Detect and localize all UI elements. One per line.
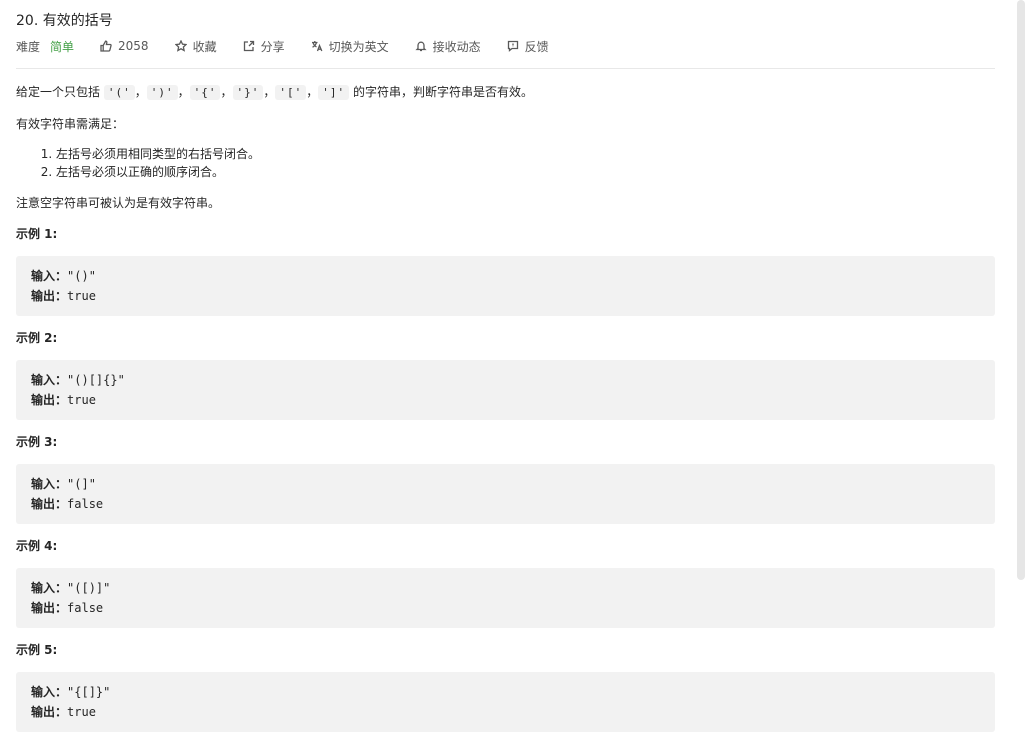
problem-meta-bar: 难度 简单 2058 收藏 分享 切换为英文 接收动态 反馈	[16, 37, 995, 55]
input-value: "{[]}"	[67, 685, 111, 699]
example-title: 示例 5:	[16, 643, 58, 657]
feedback-icon	[507, 40, 518, 52]
bell-icon	[415, 41, 427, 52]
conditions-intro: 有效字符串需满足：	[16, 117, 125, 131]
switch-language-label: 切换为英文	[328, 39, 389, 54]
thumbs-up-icon	[100, 40, 112, 52]
like-count: 2058	[118, 39, 149, 53]
empty-string-note: 注意空字符串可被认为是有效字符串。	[16, 196, 221, 210]
input-value: "()[]{}"	[67, 373, 125, 387]
char-code: ')'	[146, 85, 178, 100]
output-value: false	[67, 601, 104, 615]
input-label: 输入：	[31, 685, 68, 699]
example-title: 示例 3:	[16, 435, 58, 449]
problem-description: 给定一个只包括 '('， ')'， '{'， '}'， '['， ']' 的字符串，判断字…	[16, 83, 995, 732]
input-value: "(]"	[67, 477, 96, 491]
difficulty-label: 难度	[16, 39, 41, 54]
output-value: true	[67, 289, 96, 303]
char-code: ']'	[318, 85, 350, 100]
share-icon	[243, 40, 254, 52]
char-code: '{'	[189, 85, 221, 100]
feedback-label: 反馈	[524, 39, 549, 54]
star-icon	[174, 40, 187, 52]
input-value: "()"	[67, 269, 96, 283]
subscribe-label: 接收动态	[432, 39, 481, 54]
description-intro: 给定一个只包括 '('， ')'， '{'， '}'， '['， ']' 的字符串，判断字…	[16, 83, 995, 102]
output-label: 输出：	[31, 497, 68, 511]
problem-page: 20. 有效的括号 难度 简单 2058 收藏 分享 切换为英文 接收动态 反馈…	[0, 0, 1027, 748]
example-title: 示例 1:	[16, 227, 58, 241]
vertical-scrollbar[interactable]	[1017, 0, 1025, 580]
char-code: '}'	[232, 85, 264, 100]
intro-prefix: 给定一个只包括	[16, 85, 104, 99]
example-block: 输入："()" 输出：true	[16, 256, 995, 316]
condition-item: 左括号必须用相同类型的右括号闭合。	[56, 145, 995, 163]
separator: ，	[220, 85, 233, 99]
share-button[interactable]: 分享	[243, 38, 285, 55]
divider	[16, 68, 995, 69]
favorite-button[interactable]: 收藏	[174, 38, 217, 55]
output-label: 输出：	[31, 393, 68, 407]
output-value: false	[67, 497, 104, 511]
example-title: 示例 2:	[16, 331, 58, 345]
separator: ，	[177, 85, 190, 99]
output-value: true	[67, 705, 96, 719]
switch-language-button[interactable]: 切换为英文	[311, 38, 389, 55]
problem-content: 20. 有效的括号 难度 简单 2058 收藏 分享 切换为英文 接收动态 反馈…	[16, 0, 995, 732]
feedback-button[interactable]: 反馈	[507, 38, 549, 55]
example-title: 示例 4:	[16, 539, 58, 553]
input-label: 输入：	[31, 581, 68, 595]
example-block: 输入："([)]" 输出：false	[16, 568, 995, 628]
translate-icon	[311, 41, 323, 52]
subscribe-button[interactable]: 接收动态	[415, 38, 481, 55]
input-value: "([)]"	[67, 581, 111, 595]
output-label: 输出：	[31, 705, 68, 719]
input-label: 输入：	[31, 477, 68, 491]
char-code: '['	[275, 85, 307, 100]
problem-title: 20. 有效的括号	[16, 13, 113, 29]
difficulty-value: 简单	[50, 39, 75, 54]
conditions-list: 左括号必须用相同类型的右括号闭合。 左括号必须以正确的顺序闭合。	[16, 145, 995, 181]
input-label: 输入：	[31, 269, 68, 283]
separator: ，	[263, 85, 276, 99]
output-label: 输出：	[31, 289, 68, 303]
example-block: 输入："(]" 输出：false	[16, 464, 995, 524]
separator: ，	[134, 85, 147, 99]
input-label: 输入：	[31, 373, 68, 387]
difficulty: 难度 简单	[16, 38, 74, 55]
separator: ，	[306, 85, 319, 99]
example-block: 输入："()[]{}" 输出：true	[16, 360, 995, 420]
output-value: true	[67, 393, 96, 407]
favorite-label: 收藏	[192, 39, 217, 54]
char-code: '('	[103, 85, 135, 100]
output-label: 输出：	[31, 601, 68, 615]
example-block: 输入："{[]}" 输出：true	[16, 672, 995, 732]
intro-suffix: 的字符串，判断字符串是否有效。	[349, 85, 533, 99]
share-label: 分享	[260, 39, 285, 54]
like-button[interactable]: 2058	[100, 39, 149, 53]
condition-item: 左括号必须以正确的顺序闭合。	[56, 163, 995, 181]
